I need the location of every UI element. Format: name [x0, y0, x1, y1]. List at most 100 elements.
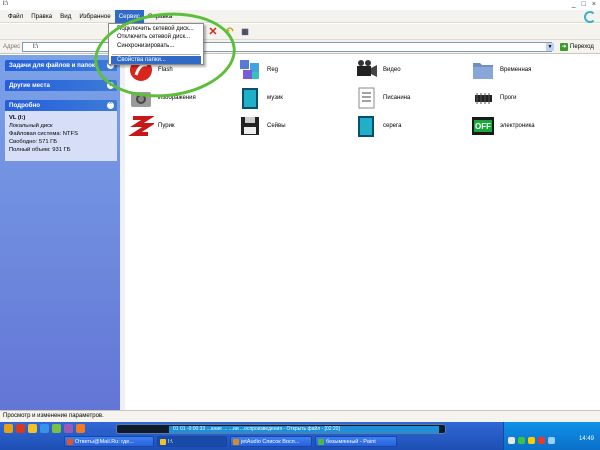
music-folder-icon: [237, 85, 263, 111]
address-dropdown-icon[interactable]: ▼: [546, 43, 554, 51]
task-label: I:\: [168, 439, 173, 445]
task-button-jetaudio[interactable]: jetAudio Список Восп...: [230, 436, 312, 447]
folder-item-programs[interactable]: Проги: [470, 85, 517, 111]
menu-edit[interactable]: Правка: [27, 10, 56, 23]
address-label: Адрес: [3, 44, 21, 50]
tray-icon[interactable]: [528, 437, 535, 444]
tray-icon[interactable]: [518, 437, 525, 444]
paint-icon: [318, 439, 324, 445]
details-panel: VL (I:) Локальный диск Файловая система:…: [5, 111, 117, 161]
toolbar: ✕ ↶ ▦: [0, 24, 600, 40]
chevron-up-icon[interactable]: ⌃: [107, 102, 114, 109]
folder-label: Сейвы: [267, 123, 286, 129]
section-other-places[interactable]: Другие места ⌄: [5, 80, 117, 91]
drive-total-size: Полный объем: 931 ГБ: [9, 147, 71, 153]
quick-launch-icon[interactable]: [4, 424, 13, 433]
media-player-bar[interactable]: 01 01 -0:00:33 ...ание ... ...ии ...оспр…: [116, 424, 446, 434]
menu-tools[interactable]: Сервис: [114, 9, 144, 23]
section-file-tasks[interactable]: Задачи для файлов и папок ⌄: [5, 60, 117, 71]
section-other-places-title: Другие места: [9, 82, 50, 89]
jetaudio-icon: [233, 439, 239, 445]
menu-help[interactable]: Справка: [144, 10, 176, 23]
task-button-mail[interactable]: Ответы@Mail.Ru: где...: [64, 436, 154, 447]
task-pane: Задачи для файлов и папок ⌄ Другие места…: [0, 55, 125, 410]
folder-label: Проги: [500, 95, 517, 101]
quick-launch-icon[interactable]: [76, 424, 85, 433]
go-arrow-icon: ➜: [560, 43, 568, 51]
title-bar: I:\ _ □ ×: [0, 0, 600, 10]
taskbar: 01 01 -0:00:33 ...ание ... ...ии ...оспр…: [0, 422, 600, 450]
video-camera-icon: [353, 57, 379, 83]
address-bar: Адрес I:\ ▼ ➜ Переход: [0, 40, 600, 54]
task-button-explorer[interactable]: I:\: [157, 436, 227, 447]
tray-icon[interactable]: [508, 437, 515, 444]
folder-item-writings[interactable]: Писанина: [353, 85, 410, 111]
browser-icon: [67, 439, 73, 445]
menu-favorites[interactable]: Избранное: [75, 10, 114, 23]
views-icon[interactable]: ▦: [239, 26, 251, 38]
volume-icon[interactable]: [548, 437, 555, 444]
go-label: Переход: [570, 44, 594, 50]
reg-icon: [237, 57, 263, 83]
task-button-paint[interactable]: безымянный - Paint: [315, 436, 397, 447]
folder-item-video[interactable]: Видео: [353, 57, 401, 83]
folder-item-serega[interactable]: серега: [353, 113, 401, 139]
folder-item-saves[interactable]: Сейвы: [237, 113, 286, 139]
quick-launch-icon[interactable]: [40, 424, 49, 433]
menu-item-folder-options-label: Свойства папки...: [117, 57, 166, 63]
folder-item-music[interactable]: музик: [237, 85, 283, 111]
folder-label: Видео: [383, 67, 401, 73]
menu-view[interactable]: Вид: [56, 10, 75, 23]
quick-launch-icon[interactable]: [16, 424, 25, 433]
drive-filesystem: Файловая система: NTFS: [9, 131, 78, 137]
status-text: Просмотр и изменение параметров.: [3, 413, 104, 419]
windows-logo-icon: [584, 11, 596, 23]
folder-item-images[interactable]: Изображения: [128, 85, 196, 111]
minimize-button[interactable]: _: [572, 1, 576, 8]
maximize-button[interactable]: □: [582, 1, 586, 8]
section-details[interactable]: Подробно ⌃: [5, 100, 117, 111]
menu-item-map-drive[interactable]: Подключить сетевой диск...: [117, 26, 194, 32]
quick-launch-icon[interactable]: [64, 424, 73, 433]
camera-icon: [128, 85, 154, 111]
floppy-icon: [237, 113, 263, 139]
folder-item-reg[interactable]: Reg: [237, 57, 278, 83]
chevron-down-icon[interactable]: ⌄: [107, 82, 114, 89]
folder-label: Reg: [267, 67, 279, 73]
go-button[interactable]: ➜ Переход: [560, 43, 594, 51]
undo-icon[interactable]: ↶: [223, 26, 235, 38]
folder-label: Пурик: [158, 123, 175, 129]
task-label: Ответы@Mail.Ru: где...: [75, 439, 134, 445]
folder-item-temp[interactable]: Временная: [470, 57, 531, 83]
folder-icon: [160, 439, 166, 445]
menu-file[interactable]: Файл: [4, 10, 27, 23]
system-tray: 14:49: [503, 422, 600, 450]
menu-item-disconnect-drive[interactable]: Отключить сетевой диск...: [117, 34, 190, 40]
delete-icon[interactable]: ✕: [207, 26, 219, 38]
quick-launch-icon[interactable]: [28, 424, 37, 433]
chip-icon: [470, 85, 496, 111]
zigzag-icon: [128, 113, 156, 139]
folder-label: Писанина: [383, 95, 411, 101]
folder-icon: [470, 57, 496, 83]
folder-item-electronics[interactable]: OFF электроника: [470, 113, 535, 139]
drive-name: VL (I:): [9, 115, 26, 121]
svg-text:OFF: OFF: [475, 122, 491, 131]
close-button[interactable]: ×: [592, 1, 596, 8]
clock[interactable]: 14:49: [579, 436, 594, 442]
address-input[interactable]: I:\: [22, 42, 552, 52]
folder-label: электроника: [500, 123, 535, 129]
folder-label: Временная: [500, 67, 532, 73]
folder-label: серега: [383, 123, 402, 129]
drive-free-space: Свободно: 571 ГБ: [9, 139, 58, 145]
tray-icon[interactable]: [538, 437, 545, 444]
status-bar: Просмотр и изменение параметров.: [0, 410, 600, 422]
task-label: безымянный - Paint: [326, 439, 376, 445]
menu-item-synchronize[interactable]: Синхронизировать...: [117, 43, 174, 49]
folder-label: Изображения: [158, 95, 196, 101]
off-switch-icon: OFF: [470, 113, 496, 139]
folder-item-purik[interactable]: Пурик: [128, 113, 175, 139]
quick-launch-icon[interactable]: [52, 424, 61, 433]
folder-view: Flash Reg Видео Временная Изображения му…: [125, 55, 600, 410]
menu-item-folder-options[interactable]: Свойства папки...: [111, 56, 201, 64]
